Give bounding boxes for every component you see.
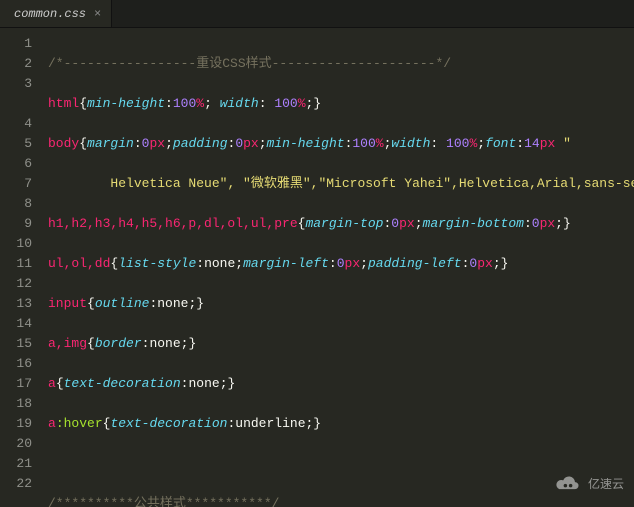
line-number: 21 — [6, 454, 32, 474]
tab-bar: common.css × — [0, 0, 634, 28]
line-number: 6 — [6, 154, 32, 174]
code-comment: /*-----------------重设CSS样式--------------… — [48, 56, 451, 71]
watermark-text: 亿速云 — [588, 475, 624, 492]
line-number: 2 — [6, 54, 32, 74]
line-number: 20 — [6, 434, 32, 454]
line-number — [6, 94, 32, 114]
line-number: 15 — [6, 334, 32, 354]
line-number: 9 — [6, 214, 32, 234]
line-number-gutter: 1234567891011121314151617181920212223 — [0, 28, 44, 507]
line-number: 10 — [6, 234, 32, 254]
line-number: 22 — [6, 474, 32, 494]
line-number: 19 — [6, 414, 32, 434]
line-number: 14 — [6, 314, 32, 334]
line-number: 1 — [6, 34, 32, 54]
cloud-icon — [554, 469, 582, 497]
line-number — [6, 494, 32, 507]
line-number: 12 — [6, 274, 32, 294]
watermark: 亿速云 — [554, 469, 624, 497]
line-number: 8 — [6, 194, 32, 214]
line-number: 5 — [6, 134, 32, 154]
line-number: 3 — [6, 74, 32, 94]
line-number: 4 — [6, 114, 32, 134]
editor: 1234567891011121314151617181920212223 /*… — [0, 28, 634, 507]
line-number: 18 — [6, 394, 32, 414]
line-number: 13 — [6, 294, 32, 314]
code-area[interactable]: /*-----------------重设CSS样式--------------… — [44, 28, 634, 507]
close-icon[interactable]: × — [94, 7, 101, 21]
file-tab[interactable]: common.css × — [0, 0, 112, 27]
line-number: 16 — [6, 354, 32, 374]
tab-filename: common.css — [14, 7, 86, 21]
line-number: 17 — [6, 374, 32, 394]
line-number: 7 — [6, 174, 32, 194]
line-number: 11 — [6, 254, 32, 274]
